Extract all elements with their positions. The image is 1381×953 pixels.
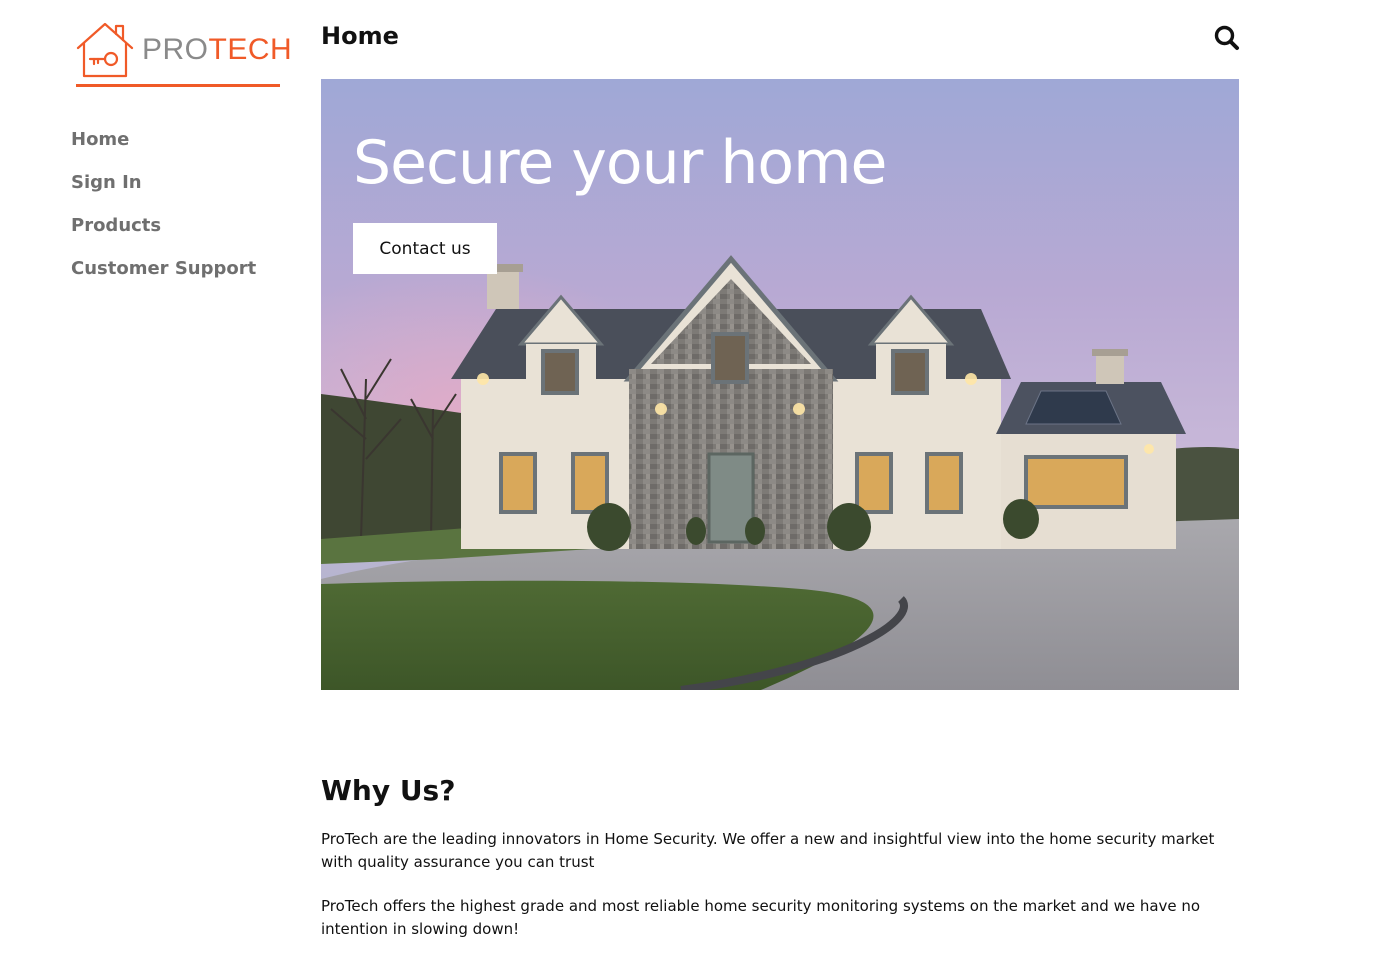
logo-underline bbox=[76, 84, 280, 87]
logo-text-pro: PRO bbox=[142, 33, 209, 66]
protech-logo[interactable]: PROTECH bbox=[76, 22, 292, 88]
sidebar-nav: Home Sign In Products Customer Support bbox=[71, 128, 301, 300]
search-icon bbox=[1214, 25, 1239, 50]
sidebar-item-customer-support[interactable]: Customer Support bbox=[71, 257, 301, 300]
section-title-why-us: Why Us? bbox=[321, 774, 456, 807]
hero-title: Secure your home bbox=[353, 128, 887, 198]
sidebar-item-sign-in[interactable]: Sign In bbox=[71, 171, 301, 214]
house-key-icon bbox=[76, 22, 134, 78]
page-title: Home bbox=[321, 22, 399, 50]
sidebar-item-home[interactable]: Home bbox=[71, 128, 301, 171]
contact-us-button[interactable]: Contact us bbox=[353, 223, 497, 274]
why-us-paragraph-1: ProTech are the leading innovators in Ho… bbox=[321, 830, 1215, 871]
hero-banner: Secure your home Contact us bbox=[321, 79, 1239, 690]
why-us-paragraph-2: ProTech offers the highest grade and mos… bbox=[321, 897, 1201, 938]
search-button[interactable] bbox=[1212, 23, 1242, 53]
logo-text-tech: TECH bbox=[208, 33, 293, 66]
sidebar-item-products[interactable]: Products bbox=[71, 214, 301, 257]
logo-wordmark: PROTECH bbox=[142, 34, 292, 66]
